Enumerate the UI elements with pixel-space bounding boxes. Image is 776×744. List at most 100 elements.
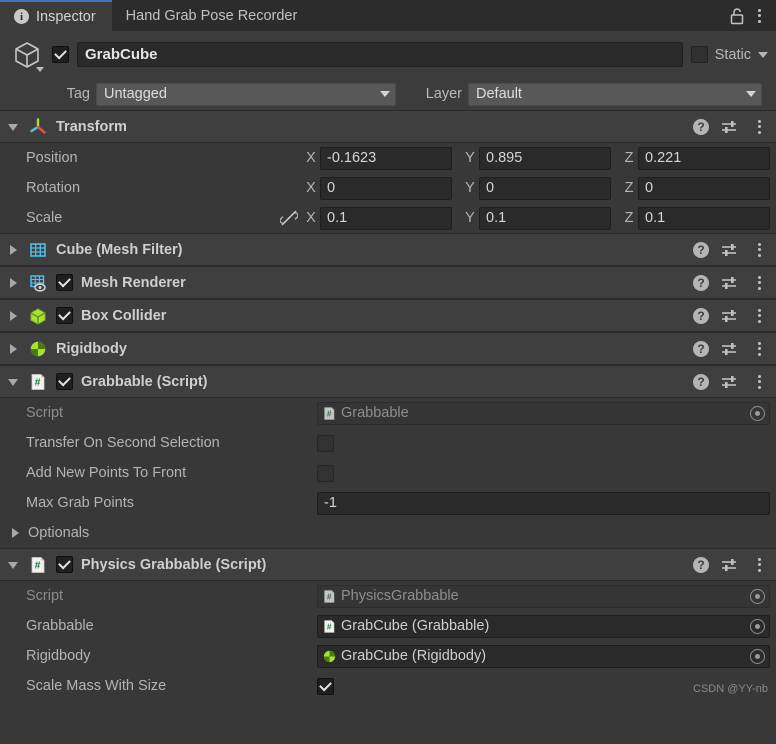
axis-x-label: X — [306, 180, 316, 196]
addpoints-cell — [317, 464, 770, 482]
chevron-down-icon — [380, 91, 390, 97]
preset-icon[interactable] — [721, 341, 738, 357]
gameobject-name-input[interactable]: GrabCube — [77, 42, 683, 67]
preset-icon[interactable] — [721, 119, 738, 135]
transform-rotation-row: Rotation X 0 Y 0 Z 0 — [0, 173, 776, 203]
axis-y-label: Y — [465, 150, 475, 166]
kebab-menu-icon[interactable] — [750, 555, 768, 575]
physics-script-field-wrap: # PhysicsGrabbable — [317, 584, 770, 608]
rotation-z-input[interactable]: 0 — [638, 176, 770, 200]
grabbable-script-object-field: # Grabbable — [317, 401, 770, 425]
help-icon[interactable]: ? — [693, 373, 709, 390]
component-header-rigidbody[interactable]: Rigidbody ? — [0, 332, 776, 365]
cs-script-icon: # — [28, 372, 48, 392]
help-icon[interactable]: ? — [693, 556, 709, 573]
transform-foldout-toggle[interactable] — [8, 121, 20, 133]
svg-text:#: # — [327, 622, 332, 631]
grabbable-enabled-checkbox[interactable] — [56, 373, 73, 390]
optionals-label: Optionals — [28, 525, 90, 541]
grabbable-ref-object-field[interactable]: # GrabCube (Grabbable) — [317, 614, 770, 638]
axis-x-label: X — [306, 150, 316, 166]
preset-icon[interactable] — [721, 374, 738, 390]
component-header-mesh-renderer[interactable]: Mesh Renderer ? — [0, 266, 776, 299]
scale-mass-with-size-checkbox[interactable] — [317, 677, 334, 695]
svg-text:#: # — [327, 592, 332, 601]
scale-y-input[interactable]: 0.1 — [479, 206, 611, 230]
mesh-renderer-enabled-checkbox[interactable] — [56, 274, 73, 291]
chevron-down-icon[interactable] — [36, 66, 44, 72]
grabbable-foldout-toggle[interactable] — [8, 376, 20, 388]
physics-script-object-field: # PhysicsGrabbable — [317, 584, 770, 608]
help-icon[interactable]: ? — [693, 307, 709, 324]
object-picker-icon[interactable] — [750, 648, 765, 664]
transform-axis-icon — [28, 117, 48, 137]
help-icon[interactable]: ? — [693, 118, 709, 135]
gameobject-enabled-checkbox[interactable] — [52, 46, 69, 63]
position-x-input[interactable]: -0.1623 — [320, 146, 452, 170]
kebab-menu-icon[interactable] — [750, 240, 768, 260]
transfer-on-second-selection-label: Transfer On Second Selection — [26, 435, 220, 451]
object-picker-icon — [750, 405, 765, 421]
max-grab-points-input[interactable]: -1 — [317, 491, 770, 515]
grabbable-optionals-row[interactable]: Optionals — [0, 518, 776, 548]
tab-hand-grab-pose-recorder[interactable]: Hand Grab Pose Recorder — [111, 0, 314, 31]
scale-x-input[interactable]: 0.1 — [320, 206, 452, 230]
position-z-input[interactable]: 0.221 — [638, 146, 770, 170]
component-header-mesh-filter[interactable]: Cube (Mesh Filter) ? — [0, 233, 776, 266]
box-collider-foldout-toggle[interactable] — [8, 310, 20, 322]
physics-grabbable-foldout-toggle[interactable] — [8, 559, 20, 571]
position-y-input[interactable]: 0.895 — [479, 146, 611, 170]
component-header-physics-grabbable[interactable]: # Physics Grabbable (Script) ? — [0, 548, 776, 581]
kebab-menu-icon[interactable] — [750, 6, 768, 26]
grabbable-addpoints-row: Add New Points To Front — [0, 458, 776, 488]
kebab-menu-icon[interactable] — [750, 339, 768, 359]
transform-body: Position X -0.1623 Y 0.895 Z 0.221 Rotat… — [0, 143, 776, 233]
tag-dropdown[interactable]: Untagged — [96, 82, 396, 106]
box-collider-enabled-checkbox[interactable] — [56, 307, 73, 324]
rotation-x-input[interactable]: 0 — [320, 176, 452, 200]
max-grab-points-label: Max Grab Points — [26, 495, 134, 511]
static-label: Static — [714, 46, 751, 63]
optionals-foldout-toggle[interactable] — [10, 527, 22, 539]
object-picker-icon[interactable] — [750, 618, 765, 634]
layer-dropdown[interactable]: Default — [468, 82, 762, 106]
physics-grabbable-enabled-checkbox[interactable] — [56, 556, 73, 573]
help-icon[interactable]: ? — [693, 241, 709, 258]
help-icon[interactable]: ? — [693, 274, 709, 291]
preset-icon[interactable] — [721, 308, 738, 324]
mesh-renderer-foldout-toggle[interactable] — [8, 277, 20, 289]
gameobject-header: GrabCube Static — [0, 31, 776, 78]
tag-layer-row: Tag Untagged Layer Default — [0, 78, 776, 110]
add-new-points-to-front-checkbox[interactable] — [317, 464, 334, 482]
rigidbody-foldout-toggle[interactable] — [8, 343, 20, 355]
transfer-on-second-selection-checkbox[interactable] — [317, 434, 334, 452]
help-icon[interactable]: ? — [693, 340, 709, 357]
scale-z-input[interactable]: 0.1 — [638, 206, 770, 230]
kebab-menu-icon[interactable] — [750, 306, 768, 326]
rigidbody-ref-object-field[interactable]: GrabCube (Rigidbody) — [317, 644, 770, 668]
script-label: Script — [26, 588, 64, 604]
static-checkbox[interactable] — [690, 46, 708, 63]
axis-x-label: X — [306, 210, 316, 226]
grabbable-ref-label: Grabbable — [26, 618, 94, 634]
kebab-menu-icon[interactable] — [750, 273, 768, 293]
component-header-grabbable[interactable]: # Grabbable (Script) ? — [0, 365, 776, 398]
axis-y-label: Y — [465, 180, 475, 196]
mesh-filter-foldout-toggle[interactable] — [8, 244, 20, 256]
preset-icon[interactable] — [721, 275, 738, 291]
rigidbody-ref-value: GrabCube (Rigidbody) — [341, 648, 487, 664]
lock-open-icon[interactable] — [728, 6, 746, 26]
preset-icon[interactable] — [721, 557, 738, 573]
component-header-transform[interactable]: Transform ? — [0, 110, 776, 143]
rotation-y-input[interactable]: 0 — [479, 176, 611, 200]
link-off-icon[interactable] — [279, 209, 299, 227]
kebab-menu-icon[interactable] — [750, 372, 768, 392]
tab-inspector[interactable]: i Inspector — [0, 0, 112, 31]
static-chevron-down-icon[interactable] — [758, 51, 768, 58]
kebab-menu-icon[interactable] — [750, 117, 768, 137]
preset-icon[interactable] — [721, 242, 738, 258]
component-header-box-collider[interactable]: Box Collider ? — [0, 299, 776, 332]
rigidbody-title: Rigidbody — [56, 340, 127, 357]
physics-script-value: PhysicsGrabbable — [341, 588, 459, 604]
add-new-points-to-front-label: Add New Points To Front — [26, 465, 187, 481]
